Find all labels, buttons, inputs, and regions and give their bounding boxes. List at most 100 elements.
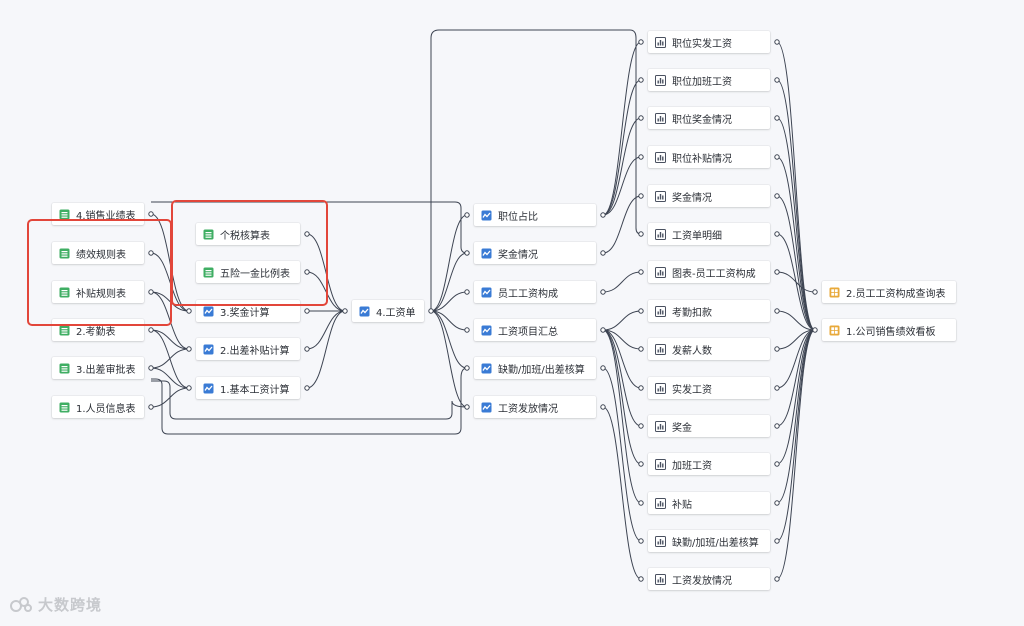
output-port[interactable] bbox=[304, 231, 310, 237]
output-port[interactable] bbox=[148, 365, 154, 371]
output-port[interactable] bbox=[304, 346, 310, 352]
node-trip-approval[interactable]: 3.出差审批表 bbox=[52, 357, 144, 379]
node-trip-calc[interactable]: 2.出差补贴计算 bbox=[196, 338, 300, 360]
input-port[interactable] bbox=[464, 404, 470, 410]
node-pos-ratio[interactable]: 职位占比 bbox=[474, 204, 596, 226]
input-port[interactable] bbox=[186, 346, 192, 352]
node-c-bonus[interactable]: 奖金情况 bbox=[648, 185, 770, 207]
node-absence[interactable]: 缺勤/加班/出差核算 bbox=[474, 357, 596, 379]
node-c-deduct[interactable]: 考勤扣款 bbox=[648, 300, 770, 322]
node-c-bonus2[interactable]: 奖金 bbox=[648, 415, 770, 437]
output-port[interactable] bbox=[774, 115, 780, 121]
output-port[interactable] bbox=[304, 308, 310, 314]
edge-c-pay-to-d-board bbox=[776, 329, 816, 580]
output-port[interactable] bbox=[774, 500, 780, 506]
node-d-board[interactable]: 1.公司销售绩效看板 bbox=[822, 319, 956, 341]
output-port[interactable] bbox=[304, 385, 310, 391]
input-port[interactable] bbox=[464, 327, 470, 333]
output-port[interactable] bbox=[774, 193, 780, 199]
output-port[interactable] bbox=[148, 289, 154, 295]
node-d-query[interactable]: 2.员工工资构成查询表 bbox=[822, 281, 956, 303]
node-c-absence[interactable]: 缺勤/加班/出差核算 bbox=[648, 530, 770, 552]
output-port[interactable] bbox=[148, 404, 154, 410]
output-port[interactable] bbox=[774, 308, 780, 314]
node-c-pos-ot[interactable]: 职位加班工资 bbox=[648, 69, 770, 91]
input-port[interactable] bbox=[638, 231, 644, 237]
node-sales[interactable]: 4.销售业绩表 bbox=[52, 203, 144, 225]
node-label: 个税核算表 bbox=[220, 230, 270, 242]
output-port[interactable] bbox=[774, 346, 780, 352]
node-perf-rule[interactable]: 绩效规则表 bbox=[52, 242, 144, 264]
output-port[interactable] bbox=[774, 269, 780, 275]
output-port[interactable] bbox=[600, 289, 606, 295]
output-port[interactable] bbox=[774, 461, 780, 467]
node-c-comp[interactable]: 图表-员工工资构成 bbox=[648, 261, 770, 283]
input-port[interactable] bbox=[464, 250, 470, 256]
input-port[interactable] bbox=[638, 193, 644, 199]
chart-icon bbox=[655, 74, 666, 86]
input-port[interactable] bbox=[638, 500, 644, 506]
output-port[interactable] bbox=[600, 365, 606, 371]
input-port[interactable] bbox=[638, 576, 644, 582]
output-port[interactable] bbox=[600, 212, 606, 218]
node-c-pos-bonus[interactable]: 职位奖金情况 bbox=[648, 107, 770, 129]
output-port[interactable] bbox=[304, 269, 310, 275]
node-c-sub[interactable]: 补贴 bbox=[648, 492, 770, 514]
output-port[interactable] bbox=[148, 250, 154, 256]
input-port[interactable] bbox=[342, 308, 348, 314]
input-port[interactable] bbox=[638, 154, 644, 160]
output-port[interactable] bbox=[774, 231, 780, 237]
node-pay-status[interactable]: 工资发放情况 bbox=[474, 396, 596, 418]
input-port[interactable] bbox=[638, 346, 644, 352]
node-payroll[interactable]: 4.工资单 bbox=[352, 300, 424, 322]
output-port[interactable] bbox=[774, 576, 780, 582]
output-port[interactable] bbox=[148, 211, 154, 217]
node-bonus-status[interactable]: 奖金情况 bbox=[474, 242, 596, 264]
node-label: 职位占比 bbox=[498, 211, 538, 223]
input-port[interactable] bbox=[812, 327, 818, 333]
input-port[interactable] bbox=[638, 115, 644, 121]
node-c-ot[interactable]: 加班工资 bbox=[648, 453, 770, 475]
node-c-count[interactable]: 发薪人数 bbox=[648, 338, 770, 360]
input-port[interactable] bbox=[464, 289, 470, 295]
output-port[interactable] bbox=[774, 538, 780, 544]
output-port[interactable] bbox=[428, 308, 434, 314]
chart-icon bbox=[655, 382, 666, 394]
input-port[interactable] bbox=[464, 212, 470, 218]
node-tax[interactable]: 个税核算表 bbox=[196, 223, 300, 245]
input-port[interactable] bbox=[186, 308, 192, 314]
input-port[interactable] bbox=[186, 385, 192, 391]
node-c-pos-sub[interactable]: 职位补贴情况 bbox=[648, 146, 770, 168]
node-base-calc[interactable]: 1.基本工资计算 bbox=[196, 377, 300, 399]
input-port[interactable] bbox=[638, 461, 644, 467]
node-staff-info[interactable]: 1.人员信息表 bbox=[52, 396, 144, 418]
node-subsidy-rule[interactable]: 补贴规则表 bbox=[52, 281, 144, 303]
output-port[interactable] bbox=[600, 250, 606, 256]
node-wage-sum[interactable]: 工资项目汇总 bbox=[474, 319, 596, 341]
node-c-pay[interactable]: 工资发放情况 bbox=[648, 568, 770, 590]
input-port[interactable] bbox=[638, 39, 644, 45]
output-port[interactable] bbox=[600, 404, 606, 410]
output-port[interactable] bbox=[774, 423, 780, 429]
node-c-pos-actual[interactable]: 职位实发工资 bbox=[648, 31, 770, 53]
input-port[interactable] bbox=[638, 423, 644, 429]
input-port[interactable] bbox=[638, 538, 644, 544]
node-bonus-calc[interactable]: 3.奖金计算 bbox=[196, 300, 300, 322]
node-wage-comp[interactable]: 员工工资构成 bbox=[474, 281, 596, 303]
node-c-actual[interactable]: 实发工资 bbox=[648, 377, 770, 399]
output-port[interactable] bbox=[148, 327, 154, 333]
output-port[interactable] bbox=[774, 154, 780, 160]
output-port[interactable] bbox=[774, 385, 780, 391]
input-port[interactable] bbox=[638, 385, 644, 391]
node-c-detail[interactable]: 工资单明细 bbox=[648, 223, 770, 245]
input-port[interactable] bbox=[464, 365, 470, 371]
output-port[interactable] bbox=[774, 39, 780, 45]
node-insurance[interactable]: 五险一金比例表 bbox=[196, 261, 300, 283]
input-port[interactable] bbox=[812, 289, 818, 295]
input-port[interactable] bbox=[638, 269, 644, 275]
output-port[interactable] bbox=[774, 77, 780, 83]
output-port[interactable] bbox=[600, 327, 606, 333]
node-attendance[interactable]: 2.考勤表 bbox=[52, 319, 144, 341]
input-port[interactable] bbox=[638, 77, 644, 83]
input-port[interactable] bbox=[638, 308, 644, 314]
